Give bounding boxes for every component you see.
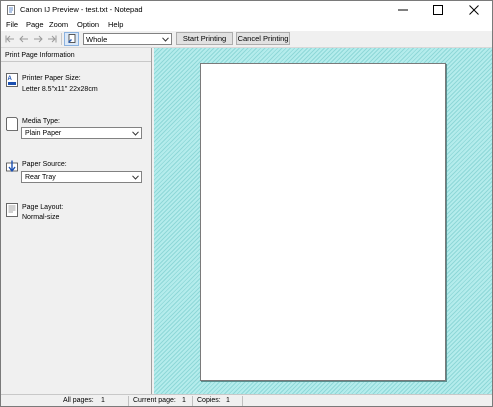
status-bar: All pages: 1 Current page: 1 Copies: 1 [1,394,492,406]
next-page-button[interactable] [32,33,44,45]
menu-bar: File Page Zoom Option Help [1,19,492,31]
printer-preview-icon [7,5,15,15]
start-printing-button[interactable]: Start Printing [176,32,233,45]
media-type-label: Media Type: [22,118,61,125]
panel-header: Print Page Information [1,48,151,62]
all-pages-value: 1 [101,397,105,404]
paper-source-label: Paper Source: [22,161,67,168]
print-info-panel: Print Page Information A Printer Paper S… [1,48,152,394]
chevron-down-icon [162,37,169,42]
toolbar-separator [61,33,62,45]
first-page-icon [5,35,14,43]
menu-page[interactable]: Page [26,20,44,30]
last-page-button[interactable] [46,33,58,45]
menu-option[interactable]: Option [77,20,99,30]
maximize-button[interactable] [421,1,455,19]
title-bar: Canon IJ Preview - test.txt - Notepad [1,1,492,19]
status-separator [192,396,193,406]
paper-size-icon: A [6,73,18,87]
first-page-button[interactable] [4,33,16,45]
previous-page-button[interactable] [18,33,30,45]
page-layout-icon [6,203,18,217]
minimize-icon [398,9,408,11]
all-pages-label: All pages: [63,397,94,404]
preview-page [200,63,446,381]
paper-size-label: Printer Paper Size: [22,75,81,82]
zoom-select[interactable]: Whole [83,33,172,45]
chevron-down-icon [132,175,139,180]
status-separator [242,396,243,406]
page-layout-value: Normal-size [22,214,60,221]
paper-source-icon [6,160,18,173]
zoom-select-value: Whole [86,35,108,44]
menu-help[interactable]: Help [108,20,123,30]
paper-source-value: Rear Tray [25,174,56,181]
menu-file[interactable]: File [6,20,18,30]
page-layout-label: Page Layout: [22,204,64,211]
panel-title: Print Page Information [5,52,75,59]
page-layout-button[interactable] [64,32,79,46]
current-page-label: Current page: [133,397,176,404]
previous-page-icon [19,35,28,43]
media-type-select[interactable]: Plain Paper [21,127,142,139]
svg-text:A: A [8,76,13,82]
cancel-printing-button[interactable]: Cancel Printing [236,32,290,45]
minimize-button[interactable] [386,1,420,19]
next-page-icon [34,35,43,43]
app-window: Canon IJ Preview - test.txt - Notepad Fi… [0,0,493,407]
media-type-icon [6,117,18,131]
last-page-icon [48,35,57,43]
paper-source-select[interactable]: Rear Tray [21,171,142,183]
media-type-value: Plain Paper [25,130,62,137]
status-separator [128,396,129,406]
close-icon [469,5,479,15]
preview-area[interactable] [154,48,492,394]
paper-size-value: Letter 8.5"x11" 22x28cm [22,86,98,93]
close-button[interactable] [457,1,491,19]
window-title: Canon IJ Preview - test.txt - Notepad [20,5,143,14]
chevron-down-icon [132,131,139,136]
toolbar: Whole Start Printing Cancel Printing [1,31,492,48]
copies-label: Copies: [197,397,221,404]
copies-value: 1 [226,397,230,404]
current-page-value: 1 [182,397,186,404]
page-edit-icon [67,34,75,43]
maximize-icon [433,5,443,15]
menu-zoom[interactable]: Zoom [49,20,68,30]
